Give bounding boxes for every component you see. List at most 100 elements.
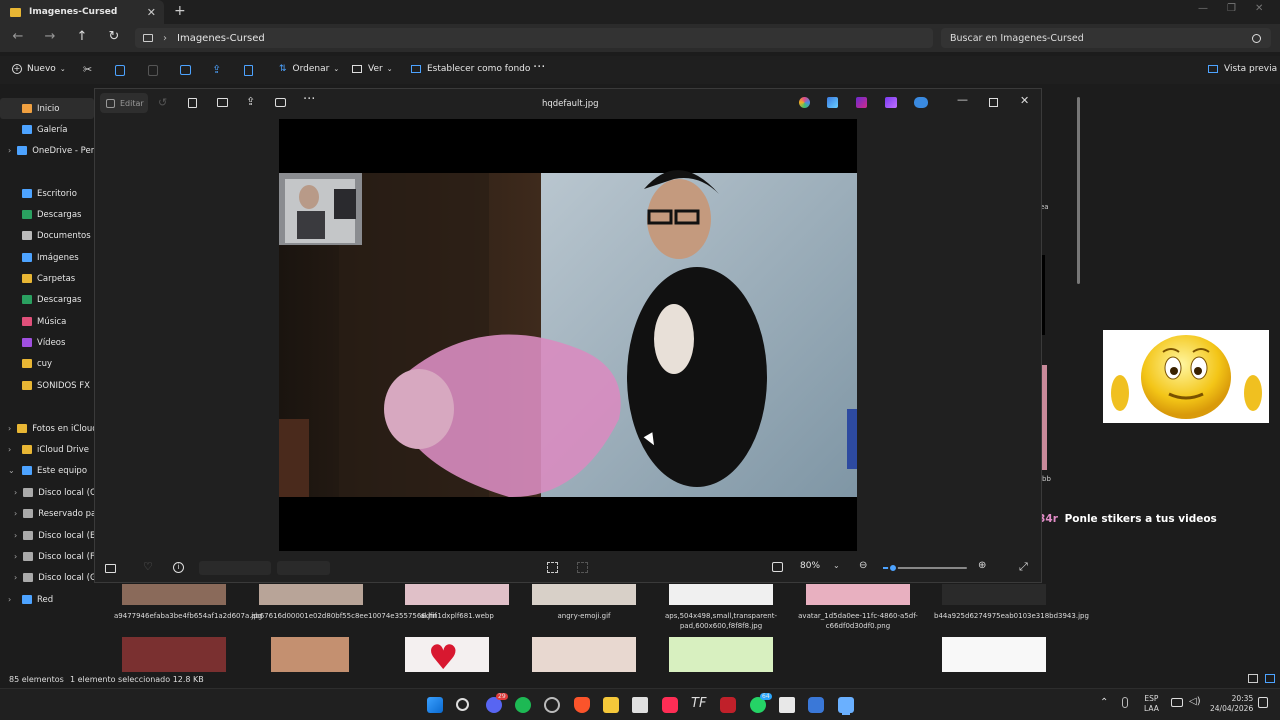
zoom-slider[interactable] (883, 563, 967, 573)
select-icon[interactable] (577, 562, 588, 573)
sidebar-item[interactable]: Imágenes (0, 247, 94, 268)
file-name[interactable]: angry-emoji.gif (524, 611, 644, 621)
sidebar-item[interactable]: Inicio (0, 98, 94, 119)
expand-chevron-icon[interactable]: › (8, 146, 11, 155)
sort-button[interactable]: ⇅ Ordenar ⌄ (279, 64, 339, 74)
tf-icon[interactable]: TF (691, 696, 706, 711)
minimize-icon[interactable]: — (1198, 3, 1208, 14)
expand-chevron-icon[interactable]: › (14, 573, 17, 582)
language-indicator[interactable]: ESP LAA (1144, 694, 1159, 714)
address-bar[interactable]: › Imagenes-Cursed (135, 28, 933, 48)
sidebar-item[interactable]: cuy (0, 353, 94, 374)
file-thumbnail[interactable] (405, 584, 509, 605)
breadcrumb[interactable]: Imagenes-Cursed (177, 33, 265, 44)
sidebar-item[interactable]: › iCloud Drive (0, 439, 94, 460)
tiles-view-icon[interactable] (1265, 674, 1275, 683)
forward-icon[interactable]: → (42, 29, 58, 44)
tab-imagenes-cursed[interactable]: Imagenes-Cursed ✕ (0, 0, 164, 24)
clock[interactable]: 20:35 24/04/2026 (1210, 694, 1253, 714)
file-thumbnail[interactable] (532, 637, 636, 672)
new-tab-button[interactable]: + (174, 3, 186, 19)
file-thumbnail[interactable] (669, 584, 773, 605)
expand-chevron-icon[interactable]: › (14, 552, 17, 561)
more-options-icon[interactable]: ··· (533, 60, 545, 75)
zoom-out-icon[interactable]: ⊖ (859, 560, 867, 571)
sidebar-item[interactable]: Vídeos (0, 332, 94, 353)
file-name[interactable]: aps,504x498,small,transparent-pad,600x60… (661, 611, 781, 631)
notepad-icon[interactable] (779, 697, 795, 713)
start-icon[interactable] (427, 697, 443, 713)
set-background-button[interactable]: Establecer como fondo (411, 64, 530, 74)
file-name[interactable]: a9477946efaba3be4fb654af1a2d607a.jpg (114, 611, 262, 621)
print-icon[interactable] (217, 98, 228, 107)
expand-chevron-icon[interactable]: ⌄ (8, 466, 16, 475)
photos-icon[interactable] (838, 697, 854, 713)
sidebar-item[interactable]: ⌄ Este equipo (0, 460, 94, 481)
sidebar-item[interactable]: Documentos (0, 225, 94, 246)
sidebar-item[interactable]: Carpetas (0, 268, 94, 289)
share-icon[interactable]: ⇪ (212, 63, 226, 77)
sidebar-item[interactable]: › Disco local (E:) (0, 525, 94, 546)
view-button[interactable]: Ver ⌄ (352, 64, 393, 74)
edit-button[interactable]: Editar (100, 93, 148, 113)
file-thumbnail[interactable] (942, 584, 1046, 605)
sidebar-item[interactable]: Descargas (0, 204, 94, 225)
favorite-icon[interactable]: ♡ (143, 560, 153, 573)
expand-chevron-icon[interactable]: › (8, 595, 16, 604)
zoom-value[interactable]: 80% (800, 561, 820, 571)
expand-chevron-icon[interactable]: › (14, 531, 17, 540)
fullscreen-icon[interactable]: ⤢ (1019, 560, 1028, 574)
chevron-down-icon[interactable]: ⌄ (833, 561, 840, 570)
file-thumbnail[interactable] (942, 637, 1046, 672)
minimize-icon[interactable]: — (957, 93, 968, 106)
notifications-icon[interactable] (1258, 697, 1268, 708)
zoom-in-icon[interactable]: ⊕ (978, 560, 986, 571)
file-thumbnail[interactable] (532, 584, 636, 605)
maximize-icon[interactable]: ❐ (1227, 3, 1236, 14)
file-thumbnail[interactable] (259, 584, 363, 605)
up-icon[interactable]: ↑ (74, 29, 90, 44)
sidebar-item[interactable]: Descargas (0, 289, 94, 310)
close-window-icon[interactable]: ✕ (1255, 3, 1263, 14)
file-name[interactable]: avatar_1d5da0ee-11fc-4860-a5df-c66df0d30… (798, 611, 918, 631)
file-name[interactable]: akhn1dxplf681.webp (397, 611, 517, 621)
image-canvas[interactable] (279, 119, 857, 551)
close-icon[interactable]: ✕ (1020, 94, 1029, 107)
network-icon[interactable] (1171, 698, 1183, 707)
app-icon[interactable] (808, 697, 824, 713)
expand-chevron-icon[interactable]: › (8, 445, 16, 454)
sidebar-item[interactable]: › Disco local (F:) (0, 546, 94, 567)
snipping-tool-icon[interactable] (632, 697, 648, 713)
clipchamp-icon[interactable] (856, 97, 867, 108)
share-icon[interactable]: ⇪ (246, 95, 255, 108)
file-name[interactable]: b44a925d6274975eab0103e318bd3943.jpg (934, 611, 1089, 621)
filmstrip-icon[interactable] (105, 564, 116, 573)
copilot-icon[interactable] (799, 97, 810, 108)
brave-icon[interactable] (574, 697, 590, 713)
back-icon[interactable]: ← (10, 29, 26, 44)
copy-icon[interactable] (115, 65, 125, 76)
paste-icon[interactable] (148, 65, 158, 76)
expand-chevron-icon[interactable]: › (14, 509, 17, 518)
sidebar-item[interactable]: › Disco local (G: (0, 567, 94, 588)
sidebar-item[interactable]: SONIDOS FX (0, 375, 94, 396)
more-options-icon[interactable]: ··· (303, 92, 315, 107)
info-icon[interactable]: i (173, 562, 184, 573)
sidebar-item[interactable]: Escritorio (0, 183, 94, 204)
tiktok-icon[interactable] (662, 697, 678, 713)
search-input[interactable]: Buscar en Imagenes-Cursed (941, 28, 1271, 48)
rename-icon[interactable] (180, 65, 191, 75)
slideshow-icon[interactable] (275, 98, 286, 107)
chevron-up-icon[interactable]: ⌃ (1100, 697, 1108, 708)
search-icon[interactable] (456, 698, 469, 711)
expand-chevron-icon[interactable]: › (14, 488, 17, 497)
sidebar-item[interactable]: › Red (0, 589, 94, 610)
file-thumbnail[interactable] (271, 637, 349, 672)
new-button[interactable]: + Nuevo ⌄ (12, 64, 66, 74)
sidebar-item[interactable]: › OneDrive - Pers (0, 140, 94, 161)
fit-screen-icon[interactable] (772, 562, 783, 572)
file-name[interactable]: ab67616d00001e02d80bf55c8ee10074e3557566… (251, 611, 437, 621)
spotify-icon[interactable] (515, 697, 531, 713)
microphone-icon[interactable] (1122, 697, 1128, 708)
file-thumbnail[interactable] (122, 637, 226, 672)
